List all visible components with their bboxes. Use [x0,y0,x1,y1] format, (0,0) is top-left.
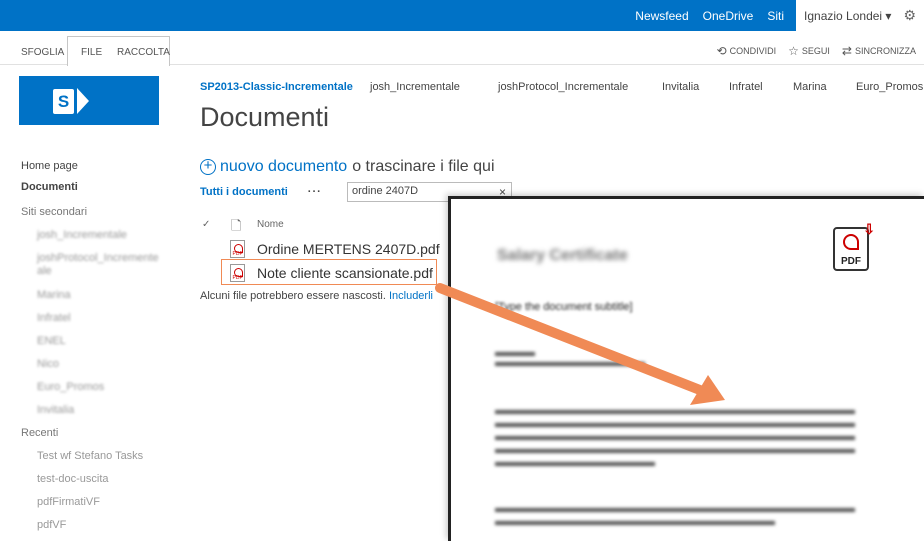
leftnav-subsite[interactable]: josh_Incrementale [37,229,127,241]
table-row[interactable]: PDF Ordine MERTENS 2407D.pdf [230,240,440,258]
plus-circle-icon[interactable]: + [200,158,216,175]
document-type-icon: 🗋 [231,218,242,233]
share-icon: ⟲ [716,44,727,58]
page-title: Documenti [200,102,330,132]
include-hidden-link[interactable]: Includerli [389,290,433,302]
topnav-item-marina[interactable]: Marina [793,81,827,93]
view-bar: Tutti i documenti ··· [200,186,322,198]
ribbon-tab-file[interactable]: FILE [81,47,102,58]
leftnav-documents[interactable]: Documenti [21,181,78,193]
pdf-preview-panel: Salary Certificate ⇩ PDF [Type the docum… [448,196,924,541]
share-button[interactable]: ⟲ CONDIVIDI [717,44,777,58]
pdf-file-icon: PDF [230,240,245,258]
file-name[interactable]: Ordine MERTENS 2407D.pdf [257,241,440,257]
row-highlight [221,259,437,285]
checkmark-icon[interactable]: ✓ [202,219,210,230]
user-name[interactable]: Ignazio Londei ▾ [804,9,891,23]
ribbon-tab-browse[interactable]: SFOGLIA [21,47,64,58]
leftnav-recent-header: Recenti [21,427,59,439]
more-views-icon[interactable]: ··· [308,186,322,198]
leftnav-subsite[interactable]: joshProtocol_Incremente ale [37,252,167,278]
topnav-item-joshprotocol[interactable]: joshProtocol_Incrementale [498,81,628,93]
leftnav-subsite[interactable]: Infratel [37,312,71,324]
ribbon-tab-library[interactable]: RACCOLTA [117,47,170,58]
leftnav-recent-item[interactable]: pdfFirmatiVF [37,496,100,508]
column-header-name[interactable]: Nome [257,219,284,230]
pdf-download-icon[interactable]: ⇩ PDF [833,221,875,271]
preview-text-line [495,423,855,427]
topnav-item-invitalia[interactable]: Invitalia [662,81,699,93]
logo-s-mark: S [53,89,74,114]
hidden-files-text: Alcuni file potrebbero essere nascosti. [200,290,386,302]
sharepoint-logo[interactable]: S [19,76,159,125]
topnav-item-europromos[interactable]: Euro_Promos [856,81,923,93]
suite-links: Newsfeed OneDrive Siti Ignazio Londei ▾ … [621,0,924,31]
suite-link-sites[interactable]: Siti [767,9,784,23]
user-menu[interactable]: Ignazio Londei ▾ ⚙ [796,0,924,31]
sync-button[interactable]: ⇄ SINCRONIZZA [842,44,916,58]
leftnav-subsite[interactable]: Nico [37,358,59,370]
leftnav-recent-item[interactable]: test-doc-uscita [37,473,109,485]
preview-title: Salary Certificate [497,247,628,264]
preview-text-line [495,436,855,440]
new-document-bar: + nuovo documento o trascinare i file qu… [200,158,495,176]
leftnav-recent-item[interactable]: Test wf Stefano Tasks [37,450,143,462]
pdf-label: PDF [841,256,861,267]
drag-files-hint: o trascinare i file qui [352,158,495,175]
preview-subtitle: [Type the document subtitle] [495,301,633,313]
preview-text-line [495,362,645,366]
download-arrow-icon: ⇩ [863,221,875,237]
leftnav-recent-item[interactable]: pdfVF [37,519,66,531]
topnav-item-sp2013[interactable]: SP2013-Classic-Incrementale [200,81,353,93]
logo-arrow [77,88,89,114]
new-document-link[interactable]: nuovo documento [220,158,347,176]
preview-text-line [495,449,855,453]
preview-text-line [495,508,855,512]
preview-text-line [495,410,855,414]
leftnav-subsite[interactable]: Euro_Promos [37,381,104,393]
suite-bar: Newsfeed OneDrive Siti Ignazio Londei ▾ … [0,0,924,31]
preview-text-line [495,521,775,525]
leftnav-subsite[interactable]: Marina [37,289,71,301]
search-value: ordine 2407D [352,185,419,197]
follow-button[interactable]: ☆ SEGUI [788,44,830,58]
star-icon: ☆ [788,44,799,58]
view-selector-all-documents[interactable]: Tutti i documenti [200,186,288,198]
gear-icon[interactable]: ⚙ [903,7,916,24]
suite-link-onedrive[interactable]: OneDrive [703,9,754,23]
topnav-item-josh[interactable]: josh_Incrementale [370,81,460,93]
leftnav-home[interactable]: Home page [21,160,78,172]
pdf-symbol-icon [843,234,859,250]
sync-icon: ⇄ [841,44,852,58]
suite-link-newsfeed[interactable]: Newsfeed [635,9,688,23]
leftnav-subsites-header[interactable]: Siti secondari [21,206,87,218]
ribbon-actions: ⟲ CONDIVIDI ☆ SEGUI ⇄ SINCRONIZZA [705,44,916,58]
topnav-item-infratel[interactable]: Infratel [729,81,763,93]
leftnav-subsite[interactable]: ENEL [37,335,66,347]
hidden-files-note: Alcuni file potrebbero essere nascosti. … [200,290,433,302]
leftnav-subsite[interactable]: Invitalia [37,404,74,416]
preview-text-line [495,352,535,356]
preview-text-line [495,462,655,466]
